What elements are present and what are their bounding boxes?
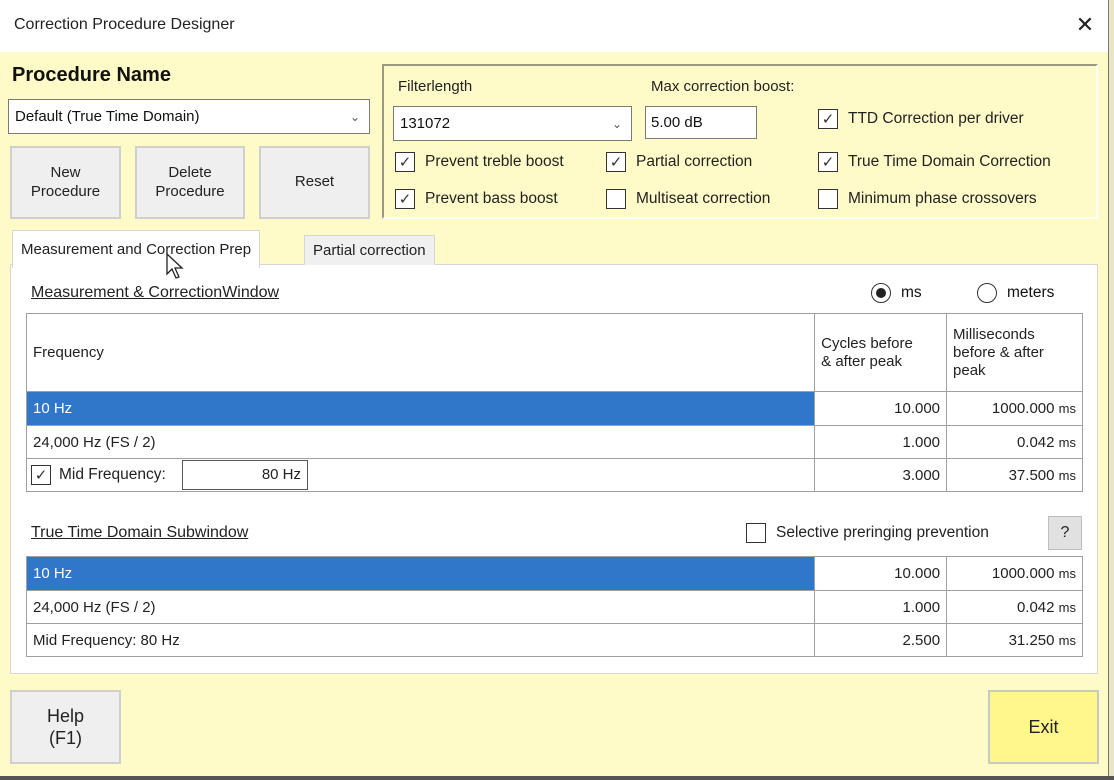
filterlength-select[interactable]: 131072 ⌄ bbox=[393, 106, 632, 141]
partial-correction-checkbox[interactable]: ✓ Partial correction bbox=[606, 152, 752, 172]
ttd-subwindow-table: 10 Hz 10.000 1000.000 ms 24,000 Hz (FS /… bbox=[25, 556, 1083, 657]
cycles-cell[interactable]: 1.000 bbox=[814, 590, 948, 624]
mid-frequency-label: Mid Frequency: bbox=[59, 466, 166, 483]
mid-frequency-cell: ✓ Mid Frequency: 80 Hz bbox=[25, 458, 816, 492]
delete-procedure-label-line2: Procedure bbox=[155, 182, 225, 200]
tab-partial-correction[interactable]: Partial correction bbox=[304, 235, 435, 265]
chevron-down-icon: ⌄ bbox=[349, 109, 361, 124]
procedure-select[interactable]: Default (True Time Domain) ⌄ bbox=[8, 99, 370, 134]
unit-meters-radio[interactable]: meters bbox=[977, 283, 1054, 303]
ms-cell[interactable]: 0.042 ms bbox=[946, 590, 1083, 624]
delete-procedure-label-line1: Delete bbox=[168, 163, 212, 181]
radio-unselected-icon bbox=[977, 283, 997, 303]
frequency-cell[interactable]: Mid Frequency: 80 Hz bbox=[25, 623, 816, 657]
mid-frequency-input[interactable]: 80 Hz bbox=[182, 460, 308, 490]
checkbox-checked-icon: ✓ bbox=[818, 152, 838, 172]
checkbox-checked-icon: ✓ bbox=[606, 152, 626, 172]
checkbox-label: True Time Domain Correction bbox=[848, 153, 1051, 170]
table-header-row: Frequency Cycles before & after peak Mill… bbox=[25, 313, 1083, 392]
frequency-cell[interactable]: 10 Hz bbox=[25, 556, 816, 591]
mid-frequency-checkbox[interactable]: ✓ Mid Frequency: bbox=[31, 465, 166, 485]
ttd-per-driver-checkbox[interactable]: ✓ TTD Correction per driver bbox=[818, 109, 1024, 129]
checkbox-checked-icon: ✓ bbox=[395, 152, 415, 172]
measurement-window-table: Frequency Cycles before & after peak Mill… bbox=[25, 313, 1083, 492]
cycles-cell[interactable]: 3.000 bbox=[814, 458, 948, 492]
tab-measurement-correction-prep[interactable]: Measurement and Correction Prep bbox=[12, 230, 261, 268]
radio-selected-icon bbox=[871, 283, 891, 303]
cycles-cell[interactable]: 10.000 bbox=[814, 391, 948, 426]
max-boost-label: Max correction boost: bbox=[651, 78, 795, 95]
help-question-button[interactable]: ? bbox=[1048, 516, 1082, 550]
new-procedure-label-line1: New bbox=[50, 163, 81, 181]
checkbox-label: TTD Correction per driver bbox=[848, 110, 1024, 127]
delete-procedure-button[interactable]: Delete Procedure bbox=[135, 146, 245, 219]
checkbox-label: Selective preringing prevention bbox=[776, 524, 989, 541]
checkbox-label: Prevent treble boost bbox=[425, 153, 564, 170]
true-time-domain-checkbox[interactable]: ✓ True Time Domain Correction bbox=[818, 152, 1051, 172]
cycles-cell[interactable]: 10.000 bbox=[814, 556, 948, 591]
checkbox-label: Multiseat correction bbox=[636, 190, 771, 207]
table-row[interactable]: 24,000 Hz (FS / 2) 1.000 0.042 ms bbox=[25, 425, 1083, 459]
unit-ms-radio[interactable]: ms bbox=[871, 283, 922, 303]
help-label-line1: Help bbox=[46, 705, 85, 726]
max-boost-input[interactable]: 5.00 dB bbox=[645, 106, 757, 139]
table-row[interactable]: ✓ Mid Frequency: 80 Hz 3.000 37.500 ms bbox=[25, 458, 1083, 492]
cycles-cell[interactable]: 1.000 bbox=[814, 425, 948, 459]
table-row[interactable]: 10 Hz 10.000 1000.000 ms bbox=[25, 391, 1083, 426]
table-row[interactable]: 24,000 Hz (FS / 2) 1.000 0.042 ms bbox=[25, 590, 1083, 624]
frequency-cell[interactable]: 24,000 Hz (FS / 2) bbox=[25, 425, 816, 459]
ms-cell[interactable]: 0.042 ms bbox=[946, 425, 1083, 459]
chevron-down-icon: ⌄ bbox=[611, 116, 623, 131]
selective-preringing-checkbox[interactable]: Selective preringing prevention bbox=[746, 523, 989, 543]
ms-cell[interactable]: 31.250 ms bbox=[946, 623, 1083, 657]
checkbox-checked-icon: ✓ bbox=[818, 109, 838, 129]
ms-cell[interactable]: 1000.000 ms bbox=[946, 556, 1083, 591]
new-procedure-button[interactable]: New Procedure bbox=[10, 146, 121, 219]
procedure-name-label: Procedure Name bbox=[12, 64, 171, 86]
radio-label: meters bbox=[1007, 284, 1055, 301]
checkbox-label: Prevent bass boost bbox=[425, 190, 558, 207]
checkbox-label: Partial correction bbox=[636, 153, 753, 170]
frequency-cell[interactable]: 10 Hz bbox=[25, 391, 816, 426]
help-label-line2: (F1) bbox=[49, 728, 82, 748]
window-edge bbox=[1108, 0, 1114, 780]
filterlength-label: Filterlength bbox=[398, 78, 473, 95]
checkbox-label: Minimum phase crossovers bbox=[848, 190, 1037, 207]
header-frequency: Frequency bbox=[25, 313, 816, 392]
prevent-treble-boost-checkbox[interactable]: ✓ Prevent treble boost bbox=[395, 152, 564, 172]
title-bar: Correction Procedure Designer ✕ bbox=[0, 0, 1108, 52]
minimum-phase-crossovers-checkbox[interactable]: Minimum phase crossovers bbox=[818, 189, 1037, 209]
close-icon[interactable]: ✕ bbox=[1070, 10, 1100, 40]
table-row[interactable]: 10 Hz 10.000 1000.000 ms bbox=[25, 556, 1083, 591]
reset-button[interactable]: Reset bbox=[259, 146, 370, 219]
measurement-window-title: Measurement & CorrectionWindow bbox=[31, 284, 280, 301]
help-button[interactable]: Help (F1) bbox=[10, 690, 121, 764]
new-procedure-label-line2: Procedure bbox=[30, 182, 101, 200]
checkbox-unchecked-icon bbox=[746, 523, 766, 543]
prevent-bass-boost-checkbox[interactable]: ✓ Prevent bass boost bbox=[395, 189, 558, 209]
header-milliseconds: Milliseconds before & after peak bbox=[946, 313, 1083, 392]
checkbox-checked-icon: ✓ bbox=[395, 189, 415, 209]
mouse-cursor-icon bbox=[166, 252, 184, 279]
ttd-subwindow-title: True Time Domain Subwindow bbox=[31, 524, 249, 541]
header-cycles: Cycles before & after peak bbox=[814, 313, 948, 392]
window-edge-bottom bbox=[0, 776, 1114, 780]
frequency-cell[interactable]: 24,000 Hz (FS / 2) bbox=[25, 590, 816, 624]
filterlength-value: 131072 bbox=[400, 115, 451, 132]
multiseat-correction-checkbox[interactable]: Multiseat correction bbox=[606, 189, 770, 209]
table-row[interactable]: Mid Frequency: 80 Hz 2.500 31.250 ms bbox=[25, 623, 1083, 657]
exit-button[interactable]: Exit bbox=[988, 690, 1099, 764]
radio-label: ms bbox=[901, 284, 922, 301]
procedure-select-value: Default (True Time Domain) bbox=[15, 108, 200, 125]
ms-cell[interactable]: 37.500 ms bbox=[946, 458, 1083, 492]
window-title: Correction Procedure Designer bbox=[14, 16, 235, 33]
ms-cell[interactable]: 1000.000 ms bbox=[946, 391, 1083, 426]
checkbox-checked-icon: ✓ bbox=[31, 465, 51, 485]
checkbox-unchecked-icon bbox=[818, 189, 838, 209]
checkbox-unchecked-icon bbox=[606, 189, 626, 209]
cycles-cell[interactable]: 2.500 bbox=[814, 623, 948, 657]
